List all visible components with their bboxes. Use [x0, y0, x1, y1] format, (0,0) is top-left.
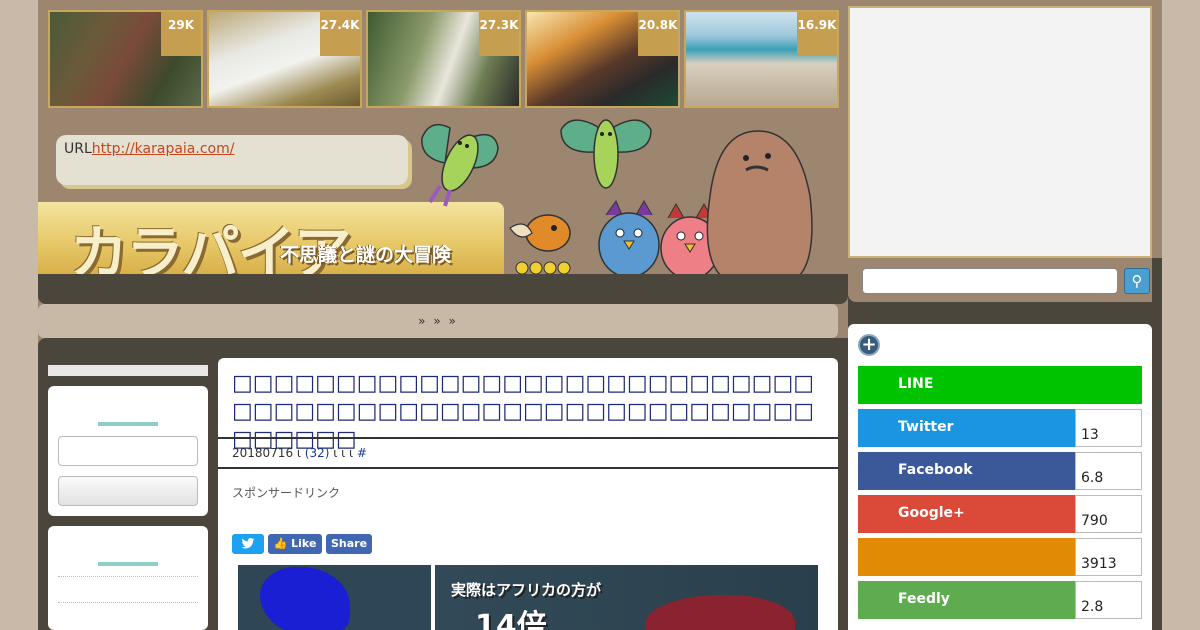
- hero-big-text: 14倍: [475, 609, 547, 630]
- thumbnail-fuel-pump[interactable]: 20.8K: [525, 10, 680, 108]
- breadcrumb[interactable]: » » »: [38, 304, 838, 338]
- hero-map-right: 実際はアフリカの方が 14倍: [435, 565, 818, 630]
- facebook-share-button[interactable]: Share: [326, 534, 372, 554]
- widget-title-accent: [98, 422, 158, 426]
- share-twitter-button[interactable]: Twitter 13: [858, 409, 1142, 447]
- ad-banner[interactable]: [848, 6, 1152, 258]
- map-shape: [260, 567, 350, 630]
- article: □□□□□□□□□□□□□□□□□□□□□□□□□□□□□□□□□□□□□□□□…: [218, 358, 838, 630]
- sidebar-search-widget: [48, 386, 208, 516]
- tag-link[interactable]: #: [357, 446, 367, 460]
- widget-title-accent: [98, 562, 158, 566]
- sidebar-header-bar: [48, 365, 208, 376]
- share-label: LINE: [858, 366, 1142, 404]
- thumbnail-beach[interactable]: 16.9K: [684, 10, 839, 108]
- view-count-badge: 27.3K: [479, 12, 519, 56]
- article-title[interactable]: □□□□□□□□□□□□□□□□□□□□□□□□□□□□□□□□□□□□□□□□…: [232, 370, 822, 454]
- share-label: Facebook: [858, 452, 1075, 490]
- sidebar-input[interactable]: [58, 436, 198, 466]
- meta-separator: ι: [296, 446, 301, 460]
- search-container: ⚲: [848, 258, 1152, 302]
- article-date: 20180716: [232, 446, 294, 460]
- view-count-badge: 29K: [161, 12, 201, 56]
- share-count: 13: [1075, 409, 1142, 447]
- share-feedly-button[interactable]: Feedly 2.8: [858, 581, 1142, 619]
- thumbnail-monkey[interactable]: 29K: [48, 10, 203, 108]
- article-meta: 20180716 ι (32) ι ι ι #: [232, 446, 367, 460]
- meta-divider: [218, 467, 838, 469]
- sponsored-link-label: スポンサードリンク: [232, 486, 341, 500]
- search-button[interactable]: ⚲: [1124, 268, 1150, 294]
- view-count-badge: 27.4K: [320, 12, 360, 56]
- view-count-badge: 20.8K: [638, 12, 678, 56]
- hero-caption: 実際はアフリカの方が: [451, 581, 602, 599]
- list-divider: [58, 602, 198, 603]
- map-shape: [645, 595, 795, 630]
- twitter-bird-icon: [241, 538, 255, 549]
- share-line-button[interactable]: LINE: [858, 366, 1142, 404]
- thumbs-up-icon: 👍: [273, 537, 288, 550]
- share-hatena-button[interactable]: 3913: [858, 538, 1142, 576]
- brown-blob-mascot-icon: [706, 130, 813, 288]
- share-label: Twitter: [858, 409, 1075, 447]
- article-hero-image: 実際はアフリカの方が 14倍: [238, 565, 818, 630]
- url-label: URL: [64, 141, 92, 157]
- tweet-button[interactable]: [232, 534, 264, 554]
- share-label: Feedly: [858, 581, 1075, 619]
- duck-mascot-icon: [509, 214, 571, 275]
- moth-mascot-icon: [560, 119, 652, 189]
- sidebar-button[interactable]: [58, 476, 198, 506]
- title-divider: [218, 437, 838, 439]
- thumbnail-white-dog[interactable]: 27.4K: [207, 10, 362, 108]
- site-url-link[interactable]: http://karapaia.com/: [92, 141, 235, 157]
- comment-count-link[interactable]: (32): [305, 446, 330, 460]
- list-divider: [58, 576, 198, 577]
- view-count-badge: 16.9K: [797, 12, 837, 56]
- share-count: 2.8: [1075, 581, 1142, 619]
- meta-separator: ι ι ι: [333, 446, 354, 460]
- facebook-like-button[interactable]: 👍 Like: [268, 534, 322, 554]
- url-speech-bubble: URLhttp://karapaia.com/: [56, 135, 408, 185]
- page-wrapper: 29K 27.4K 27.3K 20.8K 16.9K URLhttp://ka…: [38, 0, 1162, 630]
- sidebar-list-widget: [48, 526, 208, 630]
- logo-banner[interactable]: カラパイア 不思議と謎の大冒険: [38, 202, 504, 287]
- share-count: 3913: [1075, 538, 1142, 576]
- plus-circle-icon[interactable]: +: [858, 334, 880, 356]
- moth-mascot-icon: [421, 123, 499, 207]
- share-count: 790: [1075, 495, 1142, 533]
- share-facebook-button[interactable]: Facebook 6.8: [858, 452, 1142, 490]
- share-googleplus-button[interactable]: Google+ 790: [858, 495, 1142, 533]
- search-input[interactable]: [862, 268, 1118, 294]
- like-label: Like: [291, 537, 317, 550]
- share-count: 6.8: [1075, 452, 1142, 490]
- hero-map-left: [238, 565, 431, 630]
- popular-thumbnails: 29K 27.4K 27.3K 20.8K 16.9K: [48, 10, 840, 108]
- thumbnail-cat[interactable]: 27.3K: [366, 10, 521, 108]
- share-label: [858, 538, 1075, 576]
- share-label: Google+: [858, 495, 1075, 533]
- site-tagline: 不思議と謎の大冒険: [280, 244, 452, 266]
- search-area: ⚲: [848, 258, 1162, 302]
- magnifier-icon: ⚲: [1131, 272, 1143, 290]
- header-bottom-strip: [38, 274, 848, 304]
- social-share-panel: + LINE Twitter 13 Facebook 6.8 Google+ 7…: [848, 324, 1152, 630]
